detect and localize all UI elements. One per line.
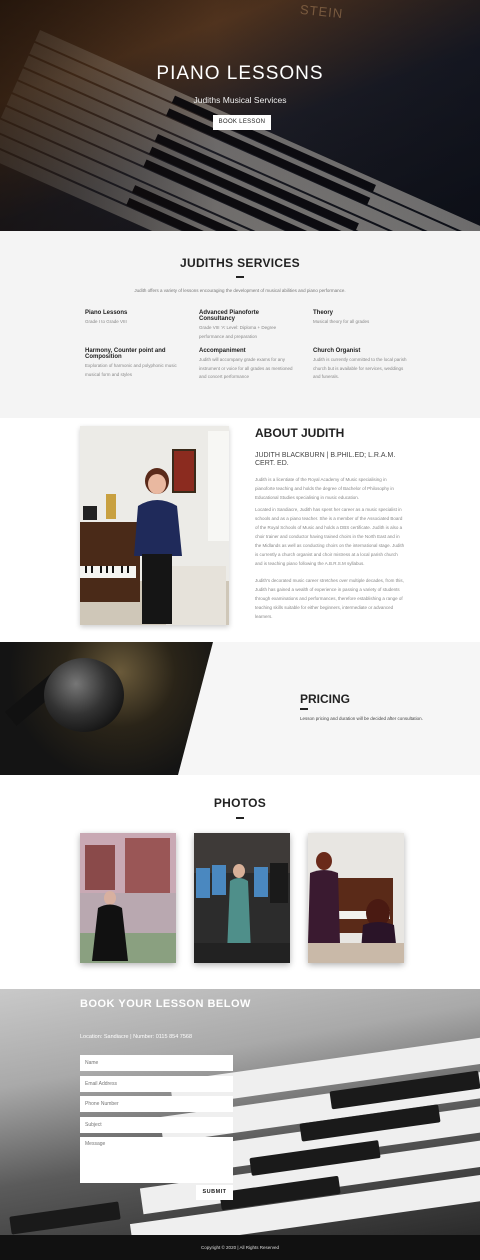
phone-field[interactable] [80,1096,233,1112]
service-item: Advanced Pianoforte Consultancy Grade VI… [199,310,294,341]
service-desc: Judith is currently committed to the loc… [313,357,407,379]
services-intro: Judith offers a variety of lessons encou… [134,288,346,293]
pricing-title-underline [300,708,308,710]
about-title: ABOUT JUDITH [255,426,345,440]
service-item: Piano Lessons Grade I to Grade VIII [85,310,185,327]
services-title: JUDITHS SERVICES [180,256,300,270]
booking-section: BOOK YOUR LESSON BELOW Location: Sandiac… [0,989,480,1235]
service-desc: Musical theory for all grades [313,319,370,324]
pricing-title: PRICING [300,692,351,706]
services-section: JUDITHS SERVICES Judith offers a variety… [0,231,480,418]
footer-copyright: Copyright © 2020 | All Rights Reserved [0,1235,480,1260]
pricing-text: Lesson pricing and duration will be deci… [300,716,423,721]
service-title: Theory [313,310,334,316]
book-lesson-button[interactable]: BOOK LESSON [213,115,271,130]
service-item: Accompaniment Judith will accompany grad… [199,348,294,382]
about-paragraph: Judith's decorated music career stretche… [255,578,404,619]
photos-title-underline [236,817,244,819]
about-paragraph: Located in Sandiacre, Judith has spent h… [255,507,405,566]
service-title: Accompaniment [199,348,246,354]
service-desc: Exploration of harmonic and polyphonic m… [85,363,177,377]
message-field[interactable] [80,1137,233,1183]
booking-contact-info: Location: Sandiacre | Number: 0115 854 7… [80,1034,193,1040]
service-title: Church Organist [313,348,361,354]
about-paragraph: Judith is a licentiate of the Royal Acad… [255,477,394,500]
booking-title: BOOK YOUR LESSON BELOW [80,998,251,1010]
photo-choir[interactable] [194,833,290,963]
subject-field[interactable] [80,1117,233,1133]
service-desc: Judith will accompany grade exams for an… [199,357,293,379]
submit-button[interactable]: SUBMIT [196,1185,233,1200]
service-title: Advanced Pianoforte Consultancy [199,310,260,322]
pricing-section: PRICING Lesson pricing and duration will… [0,642,480,775]
service-item: Church Organist Judith is currently comm… [313,348,408,382]
judith-portrait-photo [80,426,229,625]
email-field[interactable] [80,1076,233,1092]
hero-section: STEIN PIANO LESSONS Judiths Musical Serv… [0,0,480,231]
hero-title: PIANO LESSONS [156,63,324,84]
service-title: Harmony, Counter point and Composition [85,348,166,360]
service-desc: Grade VIII ‘A’ Level: Diploma + Degree p… [199,325,277,339]
service-item: Harmony, Counter point and Composition E… [85,348,180,379]
services-title-underline [236,276,244,278]
microphone-image [0,642,213,775]
hero-subtitle: Judiths Musical Services [193,95,287,105]
service-desc: Grade I to Grade VIII [85,319,127,324]
service-title: Piano Lessons [85,310,128,316]
name-field[interactable] [80,1055,233,1071]
about-credentials: JUDITH BLACKBURN | B.PHIL.ED; L.R.A.M. C… [255,452,396,467]
service-item: Theory Musical theory for all grades [313,310,413,327]
photos-title: PHOTOS [213,796,267,810]
photo-graduation[interactable] [80,833,176,963]
photo-piano-student[interactable] [308,833,404,963]
